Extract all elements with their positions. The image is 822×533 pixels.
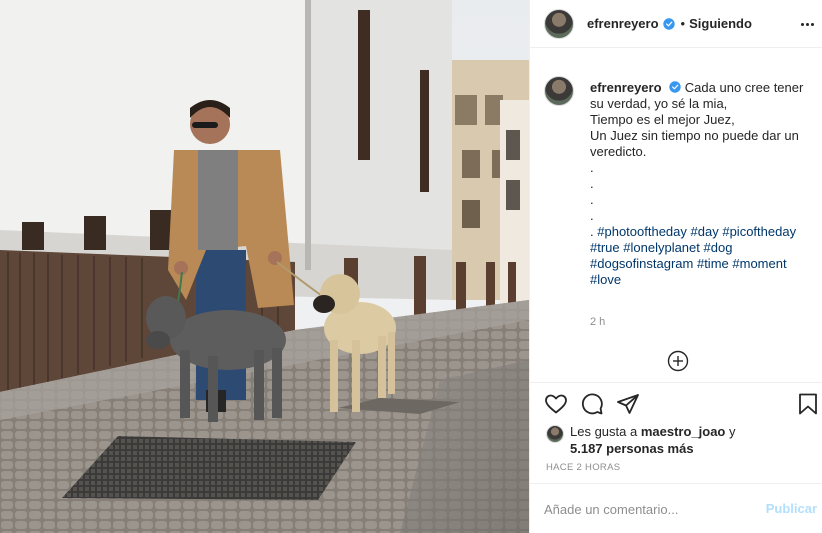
liked-by-username[interactable]: maestro_joao (641, 424, 726, 439)
likes-prefix: Les gusta a (570, 424, 638, 439)
liker-avatar[interactable] (546, 425, 564, 443)
post-side-panel: efrenreyero • Siguiendo efrenreyero Cada… (529, 0, 822, 533)
header-separator: • (680, 16, 686, 31)
following-button[interactable]: Siguiendo (689, 16, 752, 31)
hashtag-link[interactable]: #photooftheday (597, 224, 687, 239)
hashtag-link[interactable]: #day (691, 224, 719, 239)
hashtag-link[interactable]: #dog (704, 240, 733, 255)
caption-dot: . (590, 224, 594, 239)
share-icon[interactable] (616, 392, 640, 416)
hashtag-link[interactable]: #true (590, 240, 620, 255)
caption-timestamp[interactable]: 2 h (590, 316, 605, 328)
hashtag-link[interactable]: #love (590, 272, 621, 287)
heart-icon[interactable] (544, 392, 568, 416)
caption-dot-line: . (590, 192, 594, 207)
publish-button[interactable]: Publicar (766, 501, 817, 516)
likes-summary: Les gusta a maestro_joao y 5.187 persona… (546, 423, 806, 457)
caption-line: Tiempo es el mejor Juez, (590, 112, 735, 127)
more-options-icon[interactable] (797, 14, 817, 34)
caption-dot-line: . (590, 160, 594, 175)
caption-username[interactable]: efrenreyero (590, 80, 662, 95)
caption-text: efrenreyero Cada uno cree tener su verda… (590, 80, 810, 288)
comment-form: Publicar (530, 483, 822, 533)
bookmark-icon[interactable] (796, 392, 820, 416)
hashtag-link[interactable]: #dogsofinstagram (590, 256, 693, 271)
verified-badge-icon (662, 17, 675, 30)
post-image (0, 0, 529, 533)
caption-dot-line: . (590, 176, 594, 191)
hashtag-link[interactable]: #time (697, 256, 729, 271)
caption-author-avatar[interactable] (544, 76, 574, 106)
post-header: efrenreyero • Siguiendo (530, 0, 822, 48)
hashtag-link[interactable]: #picoftheday (722, 224, 796, 239)
post-time-ago[interactable]: HACE 2 HORAS (546, 462, 620, 473)
hashtag-link[interactable]: #lonelyplanet (623, 240, 700, 255)
verified-badge-icon (669, 81, 681, 93)
caption-dot-line: . (590, 208, 594, 223)
author-avatar[interactable] (544, 8, 574, 39)
comment-input[interactable] (544, 498, 754, 520)
comment-icon[interactable] (580, 392, 604, 416)
likes-and: y (729, 424, 736, 439)
caption-line: Un Juez sin tiempo no puede dar un vered… (590, 128, 799, 159)
hashtag-link[interactable]: #moment (732, 256, 786, 271)
load-more-comments-icon[interactable] (667, 350, 689, 372)
author-username[interactable]: efrenreyero (587, 16, 659, 31)
post-photo[interactable] (0, 0, 529, 533)
likes-count[interactable]: 5.187 personas más (546, 440, 806, 457)
likes-line: Les gusta a maestro_joao y (546, 423, 806, 440)
